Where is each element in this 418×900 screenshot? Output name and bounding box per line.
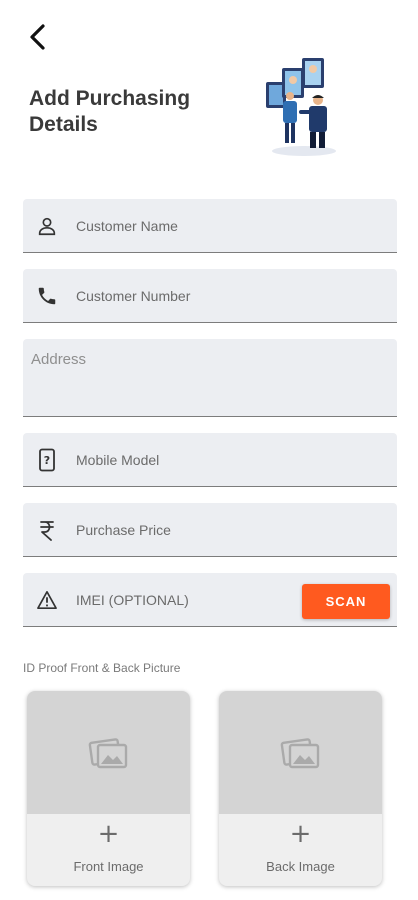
back-image-preview [219, 691, 382, 814]
front-image-picker[interactable]: + Front Image [27, 691, 190, 886]
customer-name-placeholder: Customer Name [76, 217, 178, 234]
imei-placeholder: IMEI (OPTIONAL) [76, 591, 189, 608]
mobile-model-field[interactable]: ? Mobile Model [23, 433, 397, 487]
mobile-model-placeholder: Mobile Model [76, 451, 160, 468]
page-title: Add Purchasing Details [29, 87, 191, 136]
image-icon [88, 737, 127, 768]
front-image-preview [27, 691, 190, 814]
image-icon [280, 737, 319, 768]
customer-number-field[interactable]: Customer Number [23, 269, 397, 323]
business-meeting-illustration [266, 58, 336, 156]
front-image-caption: Front Image [73, 859, 144, 874]
chevron-left-icon [30, 24, 45, 50]
svg-text:?: ? [44, 454, 50, 467]
back-button[interactable] [22, 20, 54, 54]
customer-name-field[interactable]: Customer Name [23, 199, 397, 253]
rupee-icon [34, 517, 60, 543]
mobile-question-icon: ? [34, 447, 60, 473]
purchase-price-field[interactable]: Purchase Price [23, 503, 397, 557]
warning-icon [34, 587, 60, 613]
add-front-image-icon: + [97, 819, 120, 849]
back-image-caption: Back Image [266, 859, 335, 874]
customer-number-placeholder: Customer Number [76, 287, 191, 304]
purchase-price-placeholder: Purchase Price [76, 521, 171, 538]
person-icon [34, 213, 60, 239]
address-field[interactable]: Address [23, 339, 397, 417]
scan-button[interactable]: SCAN [302, 584, 390, 619]
back-image-picker[interactable]: + Back Image [219, 691, 382, 886]
add-back-image-icon: + [289, 819, 312, 849]
address-placeholder: Address [31, 351, 87, 368]
phone-icon [34, 283, 60, 309]
id-proof-label: ID Proof Front & Back Picture [23, 661, 181, 675]
imei-field[interactable]: IMEI (OPTIONAL) SCAN [23, 573, 397, 627]
